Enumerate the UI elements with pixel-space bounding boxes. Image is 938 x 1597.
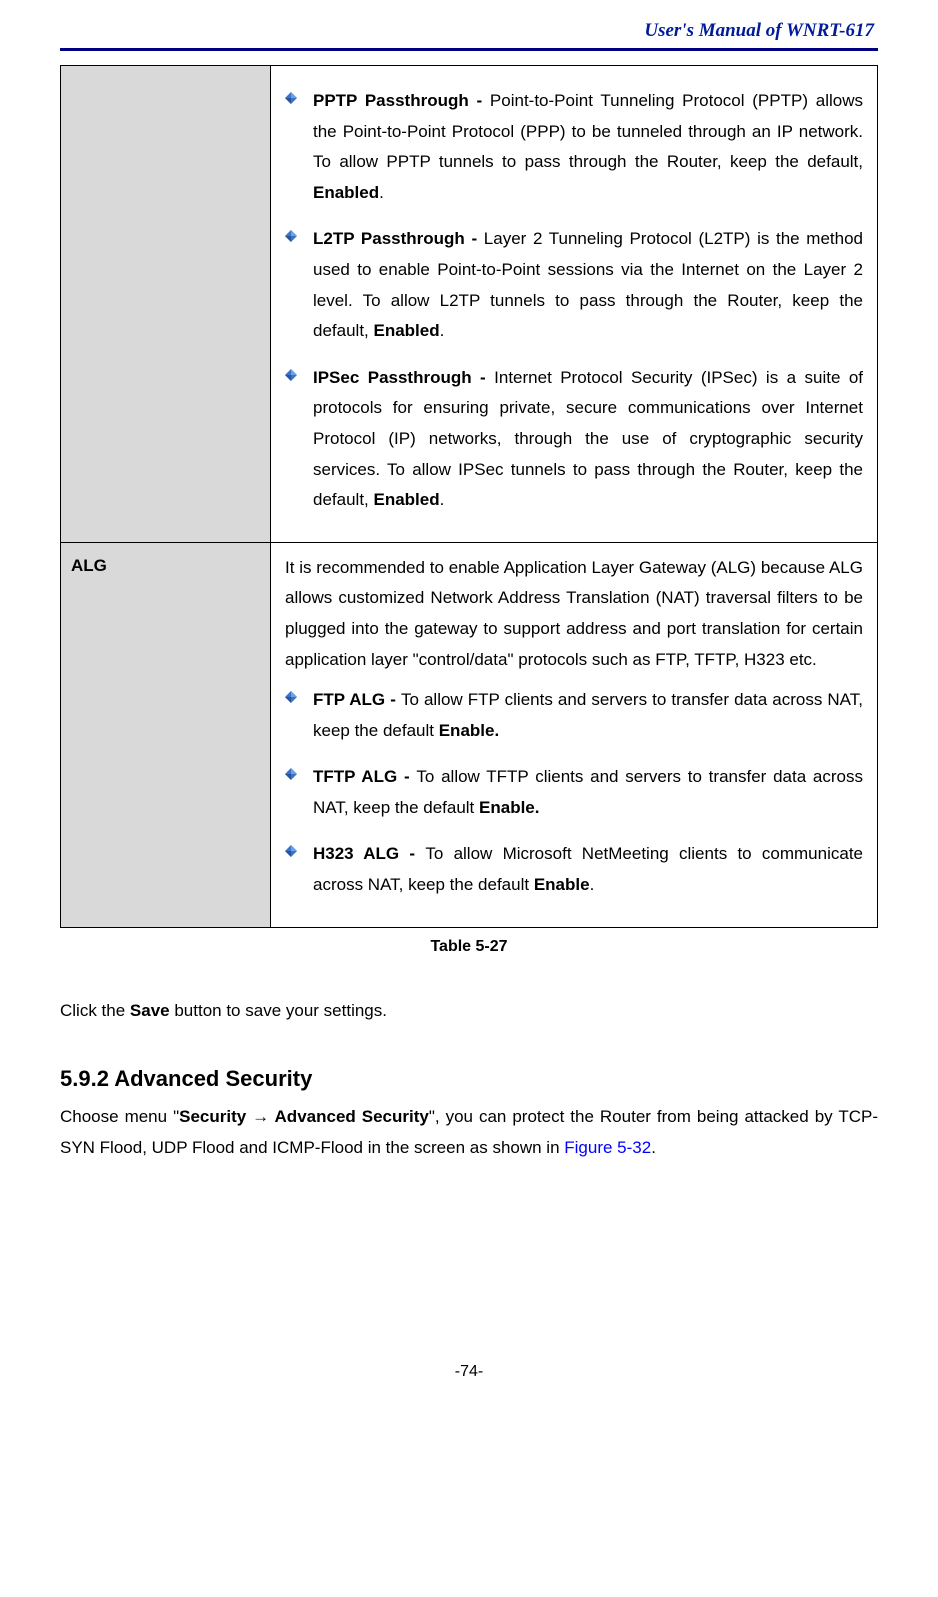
item-title: TFTP ALG - (313, 767, 416, 786)
list-item: H323 ALG - To allow Microsoft NetMeeting… (285, 839, 863, 900)
item-text: IPSec Passthrough - Internet Protocol Se… (313, 363, 863, 516)
save-instruction: Click the Save button to save your setti… (60, 996, 878, 1027)
item-title: PPTP Passthrough - (313, 91, 490, 110)
list-item: TFTP ALG - To allow TFTP clients and ser… (285, 762, 863, 823)
text: . (651, 1138, 656, 1157)
row-content: PPTP Passthrough - Point-to-Point Tunnel… (271, 66, 878, 543)
diamond-bullet-icon (285, 369, 297, 381)
diamond-bullet-icon (285, 691, 297, 703)
text: Click the (60, 1001, 130, 1020)
item-title: IPSec Passthrough - (313, 368, 494, 387)
intro-paragraph: It is recommended to enable Application … (285, 553, 863, 675)
item-post: . (440, 321, 445, 340)
item-bold: Enabled (313, 183, 379, 202)
table-row: PPTP Passthrough - Point-to-Point Tunnel… (61, 66, 878, 543)
row-label (61, 66, 271, 543)
text: Choose menu " (60, 1107, 179, 1126)
item-post: . (379, 183, 384, 202)
page-number: -74- (60, 1363, 878, 1381)
item-desc: Internet Protocol Security (IPSec) is a … (313, 368, 863, 509)
menu-name: Security (179, 1107, 246, 1126)
diamond-bullet-icon (285, 768, 297, 780)
item-bold: Enable. (439, 721, 499, 740)
table-row: ALG It is recommended to enable Applicat… (61, 542, 878, 927)
item-bold: Enable. (479, 798, 539, 817)
submenu-name: Advanced Security (275, 1107, 429, 1126)
item-text: H323 ALG - To allow Microsoft NetMeeting… (313, 839, 863, 900)
header-rule (60, 48, 878, 51)
row-label: ALG (61, 542, 271, 927)
item-text: FTP ALG - To allow FTP clients and serve… (313, 685, 863, 746)
figure-link[interactable]: Figure 5-32 (564, 1138, 651, 1157)
list-item: FTP ALG - To allow FTP clients and serve… (285, 685, 863, 746)
item-title: H323 ALG - (313, 844, 425, 863)
navigation-instruction: Choose menu "Security → Advanced Securit… (60, 1102, 878, 1163)
feature-table: PPTP Passthrough - Point-to-Point Tunnel… (60, 65, 878, 928)
item-bold: Enabled (374, 490, 440, 509)
list-item: L2TP Passthrough - Layer 2 Tunneling Pro… (285, 224, 863, 346)
item-post: . (590, 875, 595, 894)
item-text: PPTP Passthrough - Point-to-Point Tunnel… (313, 86, 863, 208)
table-caption: Table 5-27 (60, 938, 878, 956)
item-text: TFTP ALG - To allow TFTP clients and ser… (313, 762, 863, 823)
item-post: . (440, 490, 445, 509)
item-bold: Enabled (374, 321, 440, 340)
list-item: IPSec Passthrough - Internet Protocol Se… (285, 363, 863, 516)
row-content: It is recommended to enable Application … (271, 542, 878, 927)
diamond-bullet-icon (285, 230, 297, 242)
item-title: L2TP Passthrough - (313, 229, 484, 248)
diamond-bullet-icon (285, 845, 297, 857)
item-bold: Enable (534, 875, 590, 894)
text: button to save your settings. (170, 1001, 387, 1020)
save-label: Save (130, 1001, 170, 1020)
diamond-bullet-icon (285, 92, 297, 104)
arrow-icon: → (246, 1107, 274, 1126)
item-text: L2TP Passthrough - Layer 2 Tunneling Pro… (313, 224, 863, 346)
page-header: User's Manual of WNRT-617 (60, 20, 878, 48)
section-heading: 5.9.2 Advanced Security (60, 1066, 878, 1092)
item-title: FTP ALG - (313, 690, 401, 709)
list-item: PPTP Passthrough - Point-to-Point Tunnel… (285, 86, 863, 208)
